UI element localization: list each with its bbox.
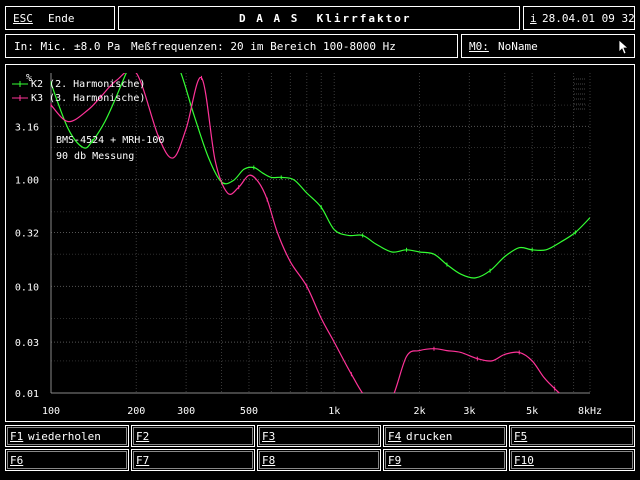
- esc-button[interactable]: ESC Ende: [5, 6, 115, 30]
- title-bar: D A A S Klirrfaktor: [118, 6, 520, 30]
- fkey-key-label: F9: [388, 454, 402, 467]
- y-tick-label: 1.00: [15, 176, 39, 187]
- y-tick-label: 0.01: [15, 389, 39, 400]
- fkey-f2[interactable]: F2: [131, 425, 255, 447]
- fkey-key-label: F7: [136, 454, 150, 467]
- memory-box[interactable]: M0: NoName: [461, 34, 635, 58]
- legend-entry: K3 (3. Harmonische): [31, 93, 145, 104]
- frequency-range-label: Meßfrequenzen: 20 im Bereich 100-8000 Hz: [131, 40, 396, 53]
- fkey-f9[interactable]: F9: [383, 449, 507, 471]
- fkey-key-label: F4: [388, 430, 402, 443]
- fkey-f4[interactable]: F4 drucken: [383, 425, 507, 447]
- fkey-f10[interactable]: F10: [509, 449, 635, 471]
- x-tick-label: 8kHz: [578, 406, 602, 417]
- fkey-f7[interactable]: F7: [131, 449, 255, 471]
- legend-entry: K2 (2. Harmonische): [31, 79, 145, 90]
- datetime-box[interactable]: i 28.04.01 09 32: [523, 6, 635, 30]
- fkey-key-label: F8: [262, 454, 276, 467]
- x-tick-label: 1k: [328, 406, 340, 417]
- x-tick-label: 500: [240, 406, 258, 417]
- esc-key-label: ESC: [13, 12, 33, 25]
- fkey-key-label: F6: [10, 454, 24, 467]
- y-tick-label: 3.16: [15, 122, 39, 133]
- esc-action-label: Ende: [48, 12, 75, 25]
- fkey-action-label: drucken: [406, 430, 453, 443]
- x-tick-label: 100: [42, 406, 60, 417]
- app-title: D A A S Klirrfaktor: [239, 12, 412, 25]
- fkey-key-label: F5: [514, 430, 528, 443]
- x-tick-label: 2k: [413, 406, 425, 417]
- input-label: In: Mic.: [14, 40, 67, 53]
- fkey-f6[interactable]: F6: [5, 449, 129, 471]
- chart-panel: 0.01 0.03 0.10 0.32 1.00 3.16% 100 200 300 500 1k 2…: [5, 64, 635, 422]
- fkey-f3[interactable]: F3: [257, 425, 381, 447]
- y-tick-label: 0.03: [15, 338, 39, 349]
- fkey-f1[interactable]: F1 wiederholen: [5, 425, 129, 447]
- fkey-f8[interactable]: F8: [257, 449, 381, 471]
- x-tick-label: 3k: [463, 406, 475, 417]
- series-line-k3: [51, 73, 561, 393]
- chart-annotation: BMS-4524 + MRH-100: [56, 135, 164, 146]
- chart-annotation: 90 db Messung: [56, 151, 134, 162]
- fkey-key-label: F10: [514, 454, 534, 467]
- memory-key-label: M0:: [469, 40, 489, 53]
- x-tick-label: 200: [127, 406, 145, 417]
- fkey-key-label: F3: [262, 430, 276, 443]
- fkey-f5[interactable]: F5: [509, 425, 635, 447]
- datetime-label: 28.04.01 09 32: [542, 12, 635, 25]
- level-label: ±8.0 Pa: [74, 40, 121, 53]
- y-tick-label: 0.32: [15, 228, 39, 239]
- y-tick-label: 0.10: [15, 282, 39, 293]
- fkey-key-label: F2: [136, 430, 150, 443]
- status-bar: In: Mic. ±8.0 Pa Meßfrequenzen: 20 im Be…: [5, 34, 458, 58]
- x-tick-label: 5k: [526, 406, 538, 417]
- fkey-key-label: F1: [10, 430, 24, 443]
- memory-name-label: NoName: [498, 40, 538, 53]
- info-key-label: i: [530, 12, 537, 25]
- mouse-pointer-icon: [618, 39, 630, 55]
- x-tick-label: 300: [177, 406, 195, 417]
- distortion-chart: 0.010.030.100.321.003.16%100 200 300 500 1k 2…: [12, 73, 602, 417]
- fkey-action-label: wiederholen: [28, 430, 101, 443]
